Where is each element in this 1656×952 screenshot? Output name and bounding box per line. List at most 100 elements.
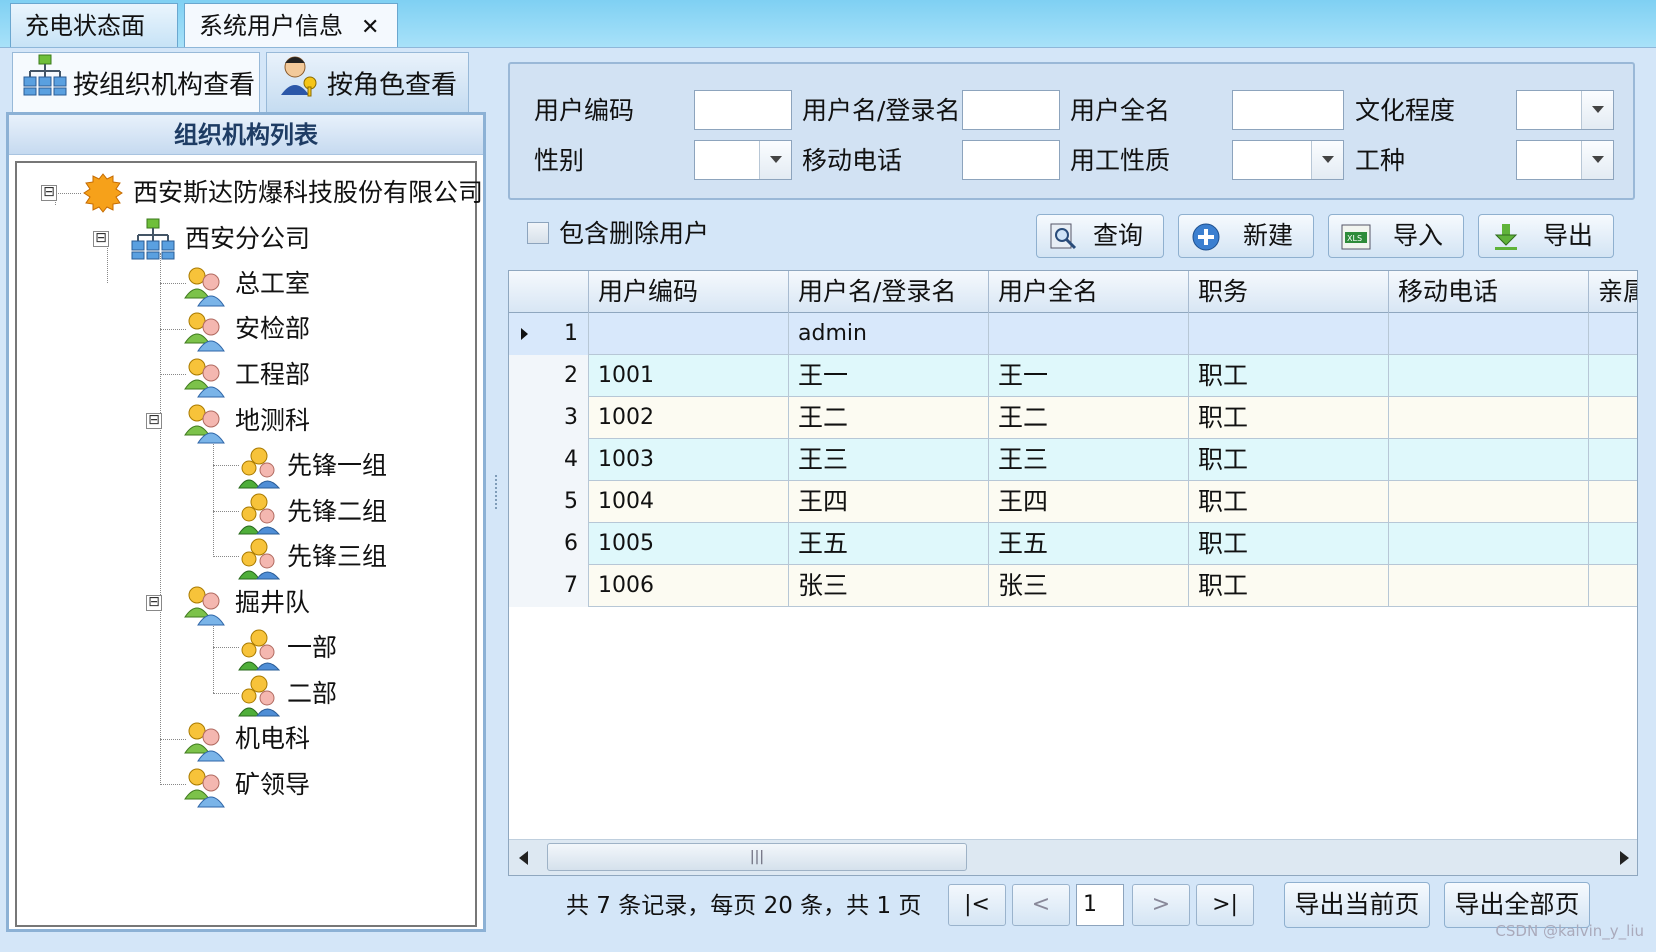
tree-node-dept[interactable]: 总工室 xyxy=(17,264,477,307)
education-select[interactable] xyxy=(1516,90,1614,130)
cell-position[interactable]: 职工 xyxy=(1189,565,1389,607)
checkbox-icon[interactable] xyxy=(527,222,549,244)
collapse-toggle-icon[interactable]: ⊟ xyxy=(93,231,109,247)
tree-node-group[interactable]: 一部 xyxy=(17,628,477,671)
first-page-button[interactable]: |< xyxy=(948,884,1006,926)
tab-by-role[interactable]: 按角色查看 xyxy=(266,52,469,112)
panel-splitter[interactable] xyxy=(495,475,499,509)
horizontal-scrollbar[interactable]: ||| xyxy=(509,839,1637,875)
cell-username[interactable]: 王四 xyxy=(789,481,989,523)
tree-node-company[interactable]: ⊟ 西安斯达防爆科技股份有限公司 xyxy=(17,173,483,213)
user-code-input[interactable] xyxy=(694,90,792,130)
cell-relatives[interactable] xyxy=(1589,313,1637,355)
full-name-input[interactable] xyxy=(1232,90,1344,130)
cell-mobile[interactable] xyxy=(1389,523,1589,565)
cell-relatives[interactable] xyxy=(1589,481,1637,523)
cell-relatives[interactable] xyxy=(1589,523,1637,565)
cell-username[interactable]: admin xyxy=(789,313,989,355)
cell-user-code[interactable]: 1005 xyxy=(589,523,789,565)
username-input[interactable] xyxy=(962,90,1060,130)
cell-full-name[interactable] xyxy=(989,313,1189,355)
cell-full-name[interactable]: 王四 xyxy=(989,481,1189,523)
cell-position[interactable] xyxy=(1189,313,1389,355)
column-header-username[interactable]: 用户名/登录名 xyxy=(789,271,989,313)
cell-user-code[interactable]: 1006 xyxy=(589,565,789,607)
scrollbar-thumb[interactable]: ||| xyxy=(547,843,967,871)
cell-position[interactable]: 职工 xyxy=(1189,439,1389,481)
cell-full-name[interactable]: 王一 xyxy=(989,355,1189,397)
chevron-down-icon[interactable] xyxy=(759,141,791,179)
cell-username[interactable]: 王五 xyxy=(789,523,989,565)
cell-relatives[interactable] xyxy=(1589,397,1637,439)
cell-user-code[interactable]: 1003 xyxy=(589,439,789,481)
mobile-input[interactable] xyxy=(962,140,1060,180)
cell-username[interactable]: 王二 xyxy=(789,397,989,439)
cell-relatives[interactable] xyxy=(1589,439,1637,481)
table-row[interactable]: 6 1005 王五 王五 职工 xyxy=(509,523,1637,565)
cell-relatives[interactable] xyxy=(1589,355,1637,397)
tree-node-group[interactable]: 先锋二组 xyxy=(17,492,477,535)
cell-mobile[interactable] xyxy=(1389,565,1589,607)
chevron-down-icon[interactable] xyxy=(1581,91,1613,129)
tab-charging-status[interactable]: 充电状态面板 xyxy=(10,3,178,84)
column-header-relatives[interactable]: 亲属 xyxy=(1589,271,1637,313)
table-row[interactable]: 4 1003 王三 王三 职工 xyxy=(509,439,1637,481)
cell-mobile[interactable] xyxy=(1389,397,1589,439)
cell-user-code[interactable] xyxy=(589,313,789,355)
tab-by-organization[interactable]: 按组织机构查看 xyxy=(12,52,260,112)
collapse-toggle-icon[interactable]: ⊟ xyxy=(146,413,162,429)
close-icon[interactable]: ✕ xyxy=(361,15,379,40)
tree-node-dept[interactable]: 工程部 xyxy=(17,355,477,398)
tree-node-dept[interactable]: ⊟ 地测科 xyxy=(17,401,477,444)
employment-type-select[interactable] xyxy=(1232,140,1344,180)
next-page-button[interactable]: > xyxy=(1132,884,1190,926)
cell-full-name[interactable]: 王二 xyxy=(989,397,1189,439)
table-row[interactable]: 1 admin xyxy=(509,313,1637,355)
cell-username[interactable]: 王三 xyxy=(789,439,989,481)
cell-mobile[interactable] xyxy=(1389,481,1589,523)
cell-position[interactable]: 职工 xyxy=(1189,523,1389,565)
cell-full-name[interactable]: 王五 xyxy=(989,523,1189,565)
column-header-mobile[interactable]: 移动电话 xyxy=(1389,271,1589,313)
cell-mobile[interactable] xyxy=(1389,313,1589,355)
column-header-full-name[interactable]: 用户全名 xyxy=(989,271,1189,313)
page-number-input[interactable]: 1 xyxy=(1076,884,1124,926)
query-button[interactable]: 查询 xyxy=(1036,214,1164,258)
cell-mobile[interactable] xyxy=(1389,439,1589,481)
new-button[interactable]: 新建 xyxy=(1178,214,1314,258)
column-header-position[interactable]: 职务 xyxy=(1189,271,1389,313)
tab-system-user-info[interactable]: 系统用户信息 ✕ xyxy=(184,3,398,47)
tree-node-dept[interactable]: 机电科 xyxy=(17,719,477,762)
last-page-button[interactable]: >| xyxy=(1196,884,1254,926)
export-current-page-button[interactable]: 导出当前页 xyxy=(1284,882,1430,928)
cell-mobile[interactable] xyxy=(1389,355,1589,397)
cell-user-code[interactable]: 1001 xyxy=(589,355,789,397)
cell-position[interactable]: 职工 xyxy=(1189,355,1389,397)
cell-user-code[interactable]: 1002 xyxy=(589,397,789,439)
tree-node-group[interactable]: 先锋一组 xyxy=(17,446,477,489)
job-type-select[interactable] xyxy=(1516,140,1614,180)
prev-page-button[interactable]: < xyxy=(1012,884,1070,926)
tree-node-dept[interactable]: ⊟ 掘井队 xyxy=(17,583,477,626)
import-button[interactable]: XLS 导入 xyxy=(1328,214,1464,258)
cell-username[interactable]: 王一 xyxy=(789,355,989,397)
collapse-toggle-icon[interactable]: ⊟ xyxy=(41,185,57,201)
tree-node-group[interactable]: 先锋三组 xyxy=(17,537,477,580)
cell-username[interactable]: 张三 xyxy=(789,565,989,607)
tree-node-xian-branch[interactable]: ⊟ 西安分公司 xyxy=(17,218,477,260)
cell-user-code[interactable]: 1004 xyxy=(589,481,789,523)
gender-select[interactable] xyxy=(694,140,792,180)
include-deleted-checkbox[interactable]: 包含删除用户 xyxy=(527,216,709,252)
chevron-down-icon[interactable] xyxy=(1581,141,1613,179)
cell-full-name[interactable]: 王三 xyxy=(989,439,1189,481)
cell-position[interactable]: 职工 xyxy=(1189,481,1389,523)
table-row[interactable]: 3 1002 王二 王二 职工 xyxy=(509,397,1637,439)
cell-position[interactable]: 职工 xyxy=(1189,397,1389,439)
table-row[interactable]: 5 1004 王四 王四 职工 xyxy=(509,481,1637,523)
table-row[interactable]: 7 1006 张三 张三 职工 xyxy=(509,565,1637,607)
tree-node-dept[interactable]: 安检部 xyxy=(17,309,477,352)
chevron-down-icon[interactable] xyxy=(1311,141,1343,179)
table-row[interactable]: 2 1001 王一 王一 职工 xyxy=(509,355,1637,397)
scroll-left-icon[interactable] xyxy=(519,851,528,865)
collapse-toggle-icon[interactable]: ⊟ xyxy=(146,595,162,611)
